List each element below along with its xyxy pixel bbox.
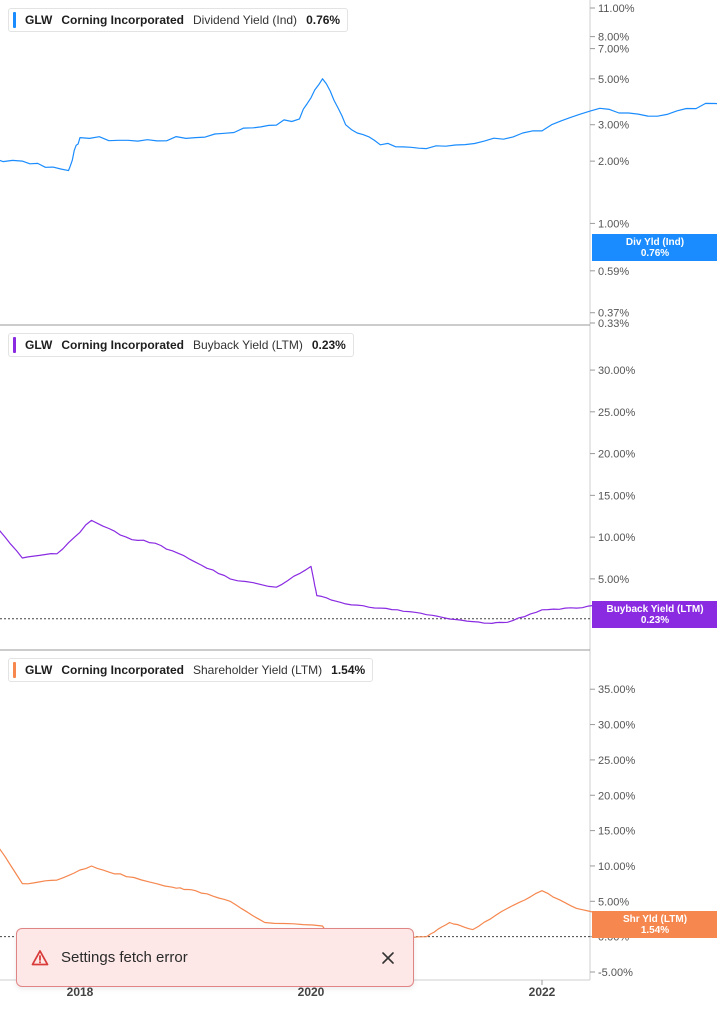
series-color-swatch bbox=[13, 337, 16, 353]
legend-company: Corning Incorporated bbox=[61, 663, 184, 677]
last-value-series-name: Buyback Yield (LTM) bbox=[606, 604, 703, 615]
y-tick-label: 25.00% bbox=[598, 407, 636, 419]
legend-value: 0.23% bbox=[311, 338, 346, 352]
y-tick-label: 20.00% bbox=[598, 449, 636, 461]
legend-ticker: GLW bbox=[25, 338, 53, 352]
y-tick-label: 30.00% bbox=[598, 365, 636, 377]
legend-metric: Shareholder Yield (LTM) bbox=[193, 663, 323, 677]
x-tick-label: 2018 bbox=[67, 985, 94, 999]
series-color-swatch bbox=[13, 662, 16, 678]
last-value-number: 0.76% bbox=[641, 248, 669, 259]
y-tick-label: 5.00% bbox=[598, 74, 629, 86]
y-tick-label: 30.00% bbox=[598, 720, 636, 732]
x-tick-label: 2020 bbox=[298, 985, 325, 999]
legend-value: 0.76% bbox=[306, 13, 341, 27]
y-tick-label: 20.00% bbox=[598, 790, 636, 802]
y-tick-label: 8.00% bbox=[598, 32, 629, 44]
y-tick-label: 11.00% bbox=[598, 3, 635, 15]
legend-value: 1.54% bbox=[331, 663, 366, 677]
legend-ticker: GLW bbox=[25, 663, 53, 677]
legend-metric: Dividend Yield (Ind) bbox=[193, 13, 298, 27]
legend-company: Corning Incorporated bbox=[61, 13, 184, 27]
series-line[interactable] bbox=[0, 78, 717, 295]
legend-company: Corning Incorporated bbox=[61, 338, 184, 352]
y-tick-label: 7.00% bbox=[598, 44, 629, 56]
y-tick-label: 0.59% bbox=[598, 266, 629, 278]
legend-ticker: GLW bbox=[25, 13, 53, 27]
y-tick-label: 5.00% bbox=[598, 896, 629, 908]
y-tick-label: 35.00% bbox=[598, 684, 636, 696]
y-tick-label: 0.33% bbox=[598, 318, 629, 330]
y-tick-label: 15.00% bbox=[598, 490, 636, 502]
last-value-number: 0.23% bbox=[641, 615, 669, 626]
last-value-series-name: Div Yld (Ind) bbox=[626, 237, 684, 248]
y-tick-label: 5.00% bbox=[598, 574, 629, 586]
y-tick-label: 25.00% bbox=[598, 755, 636, 767]
error-toast: Settings fetch error bbox=[16, 928, 414, 987]
y-tick-label: -5.00% bbox=[598, 967, 633, 979]
chart-svg[interactable]: 11.00% 8.00%7.00% 5.00% 3.00% 2.00% 1.00% 0.59… bbox=[0, 0, 717, 1005]
y-tick-label: 15.00% bbox=[598, 826, 636, 838]
y-tick-label: 3.00% bbox=[598, 120, 629, 132]
chart-container[interactable]: 11.00% 8.00% 7.00% 5.00% 3.00% 2.00% 1.00% 0.59… bbox=[0, 0, 717, 1005]
y-tick-label: 10.00% bbox=[598, 861, 636, 873]
y-tick-label: 1.00% bbox=[598, 218, 629, 230]
toast-message: Settings fetch error bbox=[61, 949, 188, 966]
close-icon[interactable] bbox=[381, 951, 395, 965]
panel-1-legend[interactable]: GLW Corning Incorporated Dividend Yield … bbox=[8, 8, 349, 32]
last-value-series-name: Shr Yld (LTM) bbox=[623, 914, 687, 925]
x-tick-label: 2022 bbox=[529, 985, 556, 999]
y-tick-label: 2.00% bbox=[598, 156, 629, 168]
panel-3-legend[interactable]: GLW Corning Incorporated Shareholder Yie… bbox=[8, 658, 374, 682]
warning-triangle-icon bbox=[31, 949, 49, 965]
y-tick-label: 10.00% bbox=[598, 532, 636, 544]
panel-2-legend[interactable]: GLW Corning Incorporated Buyback Yield (… bbox=[8, 333, 354, 357]
series-color-swatch bbox=[13, 12, 16, 28]
last-value-number: 1.54% bbox=[641, 925, 669, 936]
legend-metric: Buyback Yield (LTM) bbox=[193, 338, 303, 352]
